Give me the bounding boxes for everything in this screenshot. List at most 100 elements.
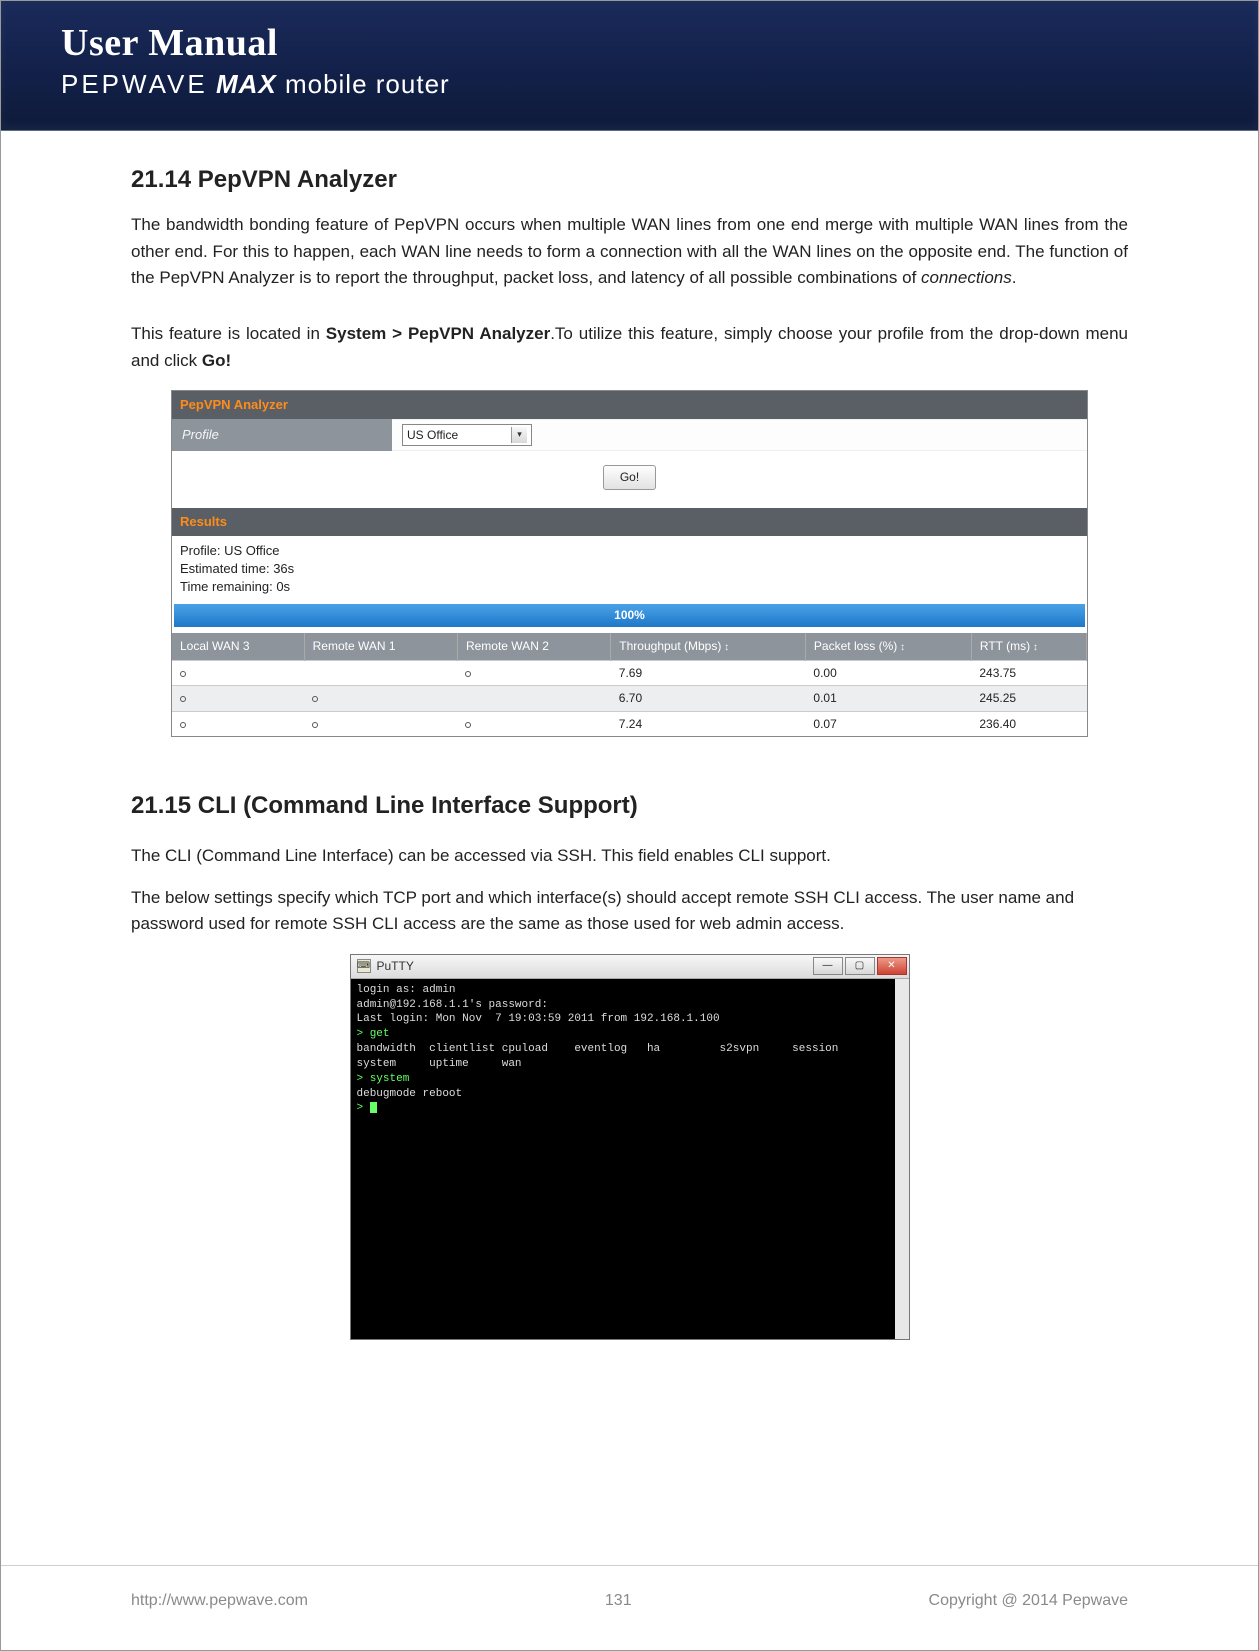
maximize-button[interactable]: ▢ — [845, 957, 875, 975]
header-inner: User Manual PEPWAVE MAX mobile router — [1, 1, 1258, 130]
footer-copyright: Copyright @ 2014 Pepwave — [929, 1592, 1128, 1610]
cell-l3 — [172, 686, 304, 712]
cell-r1 — [304, 686, 457, 712]
profile-field: US Office — [392, 420, 1087, 450]
cell-r2 — [457, 686, 610, 712]
cell-l3 — [172, 711, 304, 736]
go-row: Go! — [172, 451, 1087, 508]
page: User Manual PEPWAVE MAX mobile router 21… — [0, 0, 1259, 1651]
term-line: system uptime wan — [357, 1058, 522, 1070]
term-line: login as: admin — [357, 984, 456, 996]
para-2a: This feature is located in — [131, 324, 326, 343]
chevron-down-icon[interactable] — [511, 427, 527, 443]
circle-icon — [180, 696, 186, 702]
cell-l3 — [172, 660, 304, 686]
profile-row: Profile US Office — [172, 419, 1087, 451]
cell-thr: 7.24 — [611, 711, 806, 736]
term-line: Last login: Mon Nov 7 19:03:59 2011 from… — [357, 1013, 720, 1025]
terminal-body[interactable]: login as: admin admin@192.168.1.1's pass… — [351, 979, 909, 1339]
cell-rtt: 245.25 — [971, 686, 1086, 712]
cell-thr: 7.69 — [611, 660, 806, 686]
cell-r1 — [304, 660, 457, 686]
putty-title-left: ⌨ PuTTY — [351, 957, 414, 976]
circle-icon — [180, 722, 186, 728]
para-cli-2: The below settings specify which TCP por… — [131, 885, 1128, 938]
para-2-bold2: Go! — [202, 351, 231, 370]
putty-title-text: PuTTY — [377, 957, 414, 976]
section-number: 21.14 — [131, 166, 191, 193]
profile-label: Profile — [172, 419, 392, 451]
cell-r2 — [457, 711, 610, 736]
status-eta: Estimated time: 36s — [180, 560, 1079, 578]
para-1-term: connections — [921, 268, 1012, 287]
col-rtt[interactable]: RTT (ms) — [971, 633, 1086, 660]
analyzer-header: PepVPN Analyzer — [172, 391, 1087, 419]
term-line: debugmode reboot — [357, 1088, 463, 1100]
cursor-icon — [370, 1102, 377, 1113]
col-throughput[interactable]: Throughput (Mbps) — [611, 633, 806, 660]
product-name: MAX — [216, 69, 277, 99]
status-profile: Profile: US Office — [180, 542, 1079, 560]
section-21-15-heading: 21.15 CLI (Command Line Interface Suppor… — [131, 787, 1128, 824]
circle-icon — [465, 722, 471, 728]
table-row: 6.70 0.01 245.25 — [172, 686, 1087, 712]
cell-thr: 6.70 — [611, 686, 806, 712]
close-button[interactable]: ✕ — [877, 957, 907, 975]
term-prompt: > get — [357, 1028, 390, 1040]
term-line: admin@192.168.1.1's password: — [357, 999, 548, 1011]
doc-subtitle: PEPWAVE MAX mobile router — [61, 69, 1258, 100]
footer-page-number: 131 — [308, 1592, 929, 1610]
product-suffix: mobile router — [285, 69, 450, 99]
results-status: Profile: US Office Estimated time: 36s T… — [172, 536, 1087, 603]
page-footer: http://www.pepwave.com 131 Copyright @ 2… — [1, 1565, 1258, 1650]
circle-icon — [312, 696, 318, 702]
profile-select[interactable]: US Office — [402, 424, 532, 446]
col-remote-wan1[interactable]: Remote WAN 1 — [304, 633, 457, 660]
progress-row: 100% — [172, 602, 1087, 633]
cell-loss: 0.01 — [805, 686, 971, 712]
window-buttons: — ▢ ✕ — [813, 957, 909, 975]
col-packet-loss[interactable]: Packet loss (%) — [805, 633, 971, 660]
circle-icon — [465, 671, 471, 677]
cell-r2 — [457, 660, 610, 686]
footer-url[interactable]: http://www.pepwave.com — [131, 1592, 308, 1610]
col-remote-wan2[interactable]: Remote WAN 2 — [457, 633, 610, 660]
table-header-row: Local WAN 3 Remote WAN 1 Remote WAN 2 Th… — [172, 633, 1087, 660]
section-title: CLI (Command Line Interface Support) — [198, 792, 638, 819]
putty-window: ⌨ PuTTY — ▢ ✕ login as: admin admin@192.… — [350, 954, 910, 1340]
table-row: 7.24 0.07 236.40 — [172, 711, 1087, 736]
term-prompt: > — [357, 1102, 364, 1114]
cell-rtt: 236.40 — [971, 711, 1086, 736]
cell-loss: 0.07 — [805, 711, 971, 736]
go-button[interactable]: Go! — [603, 465, 656, 490]
analyzer-panel: PepVPN Analyzer Profile US Office Go! Re… — [171, 390, 1088, 738]
results-header: Results — [172, 508, 1087, 536]
term-line: bandwidth clientlist cpuload eventlog ha… — [357, 1043, 839, 1055]
section-21-14-heading: 21.14 PepVPN Analyzer — [131, 161, 1128, 198]
section-number: 21.15 — [131, 792, 191, 819]
col-local-wan[interactable]: Local WAN 3 — [172, 633, 304, 660]
content-area: 21.14 PepVPN Analyzer The bandwidth bond… — [1, 131, 1258, 1565]
cell-loss: 0.00 — [805, 660, 971, 686]
circle-icon — [180, 671, 186, 677]
table-row: 7.69 0.00 243.75 — [172, 660, 1087, 686]
cell-rtt: 243.75 — [971, 660, 1086, 686]
progress-bar: 100% — [174, 604, 1085, 627]
para-1-end: . — [1012, 268, 1017, 287]
para-2-bold: System > PepVPN Analyzer — [326, 324, 550, 343]
term-prompt: > system — [357, 1073, 410, 1085]
cell-r1 — [304, 711, 457, 736]
para-cli-1: The CLI (Command Line Interface) can be … — [131, 843, 1128, 869]
circle-icon — [312, 722, 318, 728]
page-header: User Manual PEPWAVE MAX mobile router — [1, 1, 1258, 131]
para-1: The bandwidth bonding feature of PepVPN … — [131, 212, 1128, 291]
section-title: PepVPN Analyzer — [198, 166, 397, 193]
status-remaining: Time remaining: 0s — [180, 578, 1079, 596]
putty-icon: ⌨ — [357, 959, 371, 973]
putty-titlebar: ⌨ PuTTY — ▢ ✕ — [351, 955, 909, 979]
results-table: Local WAN 3 Remote WAN 1 Remote WAN 2 Th… — [172, 633, 1087, 736]
profile-select-value: US Office — [407, 426, 458, 445]
minimize-button[interactable]: — — [813, 957, 843, 975]
brand-name: PEPWAVE — [61, 69, 208, 99]
doc-title: User Manual — [61, 21, 1258, 65]
